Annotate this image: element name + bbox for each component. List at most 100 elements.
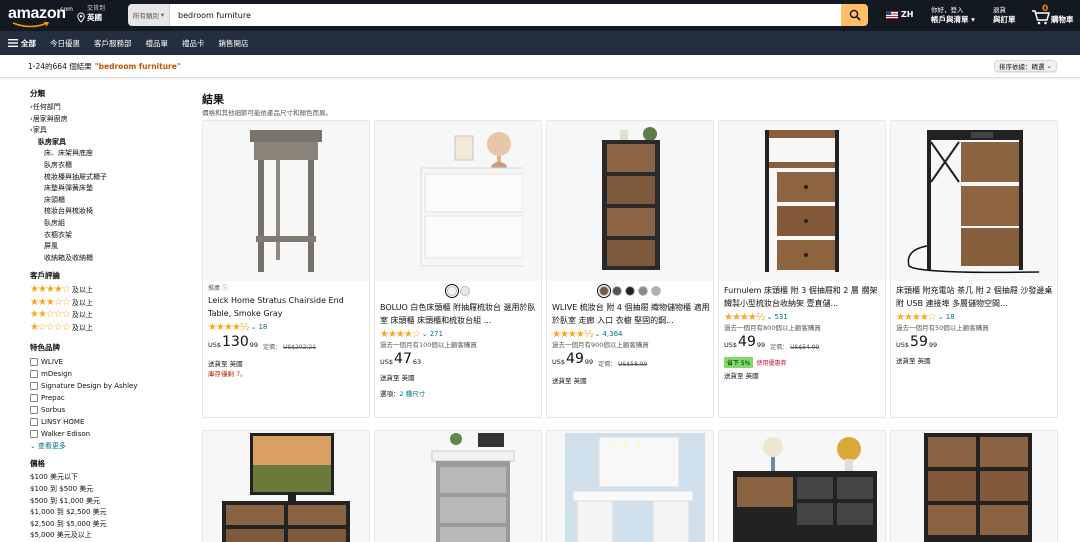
price-filter[interactable]: $100 到 $500 美元	[30, 484, 190, 496]
brand-checkbox[interactable]: mDesign	[30, 368, 190, 380]
category-link[interactable]: ‹家具	[30, 125, 190, 137]
product-card[interactable]	[718, 430, 886, 542]
results-query: "bedroom furniture"	[94, 61, 181, 71]
product-image[interactable]	[203, 431, 369, 542]
swatch-light[interactable]	[459, 286, 470, 296]
product-card[interactable]: WLIVE 梳妝台 附 4 個抽屜 織物儲物櫃 適用於臥室 走廊 入口 衣櫥 堅…	[546, 120, 714, 418]
category-link[interactable]: 臥房組	[30, 218, 190, 230]
price-filter[interactable]: $1,000 到 $2,500 美元	[30, 507, 190, 519]
account-lists[interactable]: 你好，登入 帳戶與清單 ▾	[931, 5, 975, 25]
category-link[interactable]: 梳妝台與梳妝椅	[30, 206, 190, 218]
info-icon: ⓘ	[222, 285, 229, 292]
checkbox-icon	[30, 382, 38, 391]
search-button[interactable]	[841, 4, 868, 26]
category-link[interactable]: 床、床架與底座	[30, 148, 190, 160]
product-card[interactable]: 推廣 ⓘ Leick Home Stratus Chairside End Tab…	[202, 120, 370, 418]
brand-checkbox[interactable]: Prepac	[30, 392, 190, 404]
swatch-white[interactable]	[444, 284, 459, 298]
subnav-sell[interactable]: 銷售開店	[219, 38, 249, 49]
product-title[interactable]: Furnulem 床頭櫃 附 3 個抽屜和 2 層 擱架 鐵製小型梳妝台收納架 …	[724, 284, 882, 310]
price-filter[interactable]: $5,000 美元及以上	[30, 530, 190, 542]
deliver-to[interactable]: 交貨到 英國	[77, 5, 105, 25]
swatch-dark[interactable]	[612, 286, 622, 296]
brand-checkbox[interactable]: Walker Edison	[30, 428, 190, 440]
swatch-gray[interactable]	[638, 286, 648, 296]
product-title[interactable]: Leick Home Stratus Chairside End Table, …	[208, 294, 366, 320]
product-card[interactable]	[202, 430, 370, 542]
category-link[interactable]: 屏風	[30, 241, 190, 253]
language-selector[interactable]: ZH	[886, 10, 914, 19]
category-link[interactable]: 梳妝檯與抽屜式櫃子	[30, 172, 190, 184]
options-link[interactable]: 2 種尺寸	[400, 390, 426, 398]
category-link[interactable]: ‹任何部門	[30, 102, 190, 114]
product-card[interactable]: Furnulem 床頭櫃 附 3 個抽屜和 2 層 擱架 鐵製小型梳妝台收納架 …	[718, 120, 886, 418]
product-image[interactable]	[891, 121, 1057, 281]
product-image[interactable]	[719, 121, 885, 281]
review-filter-2[interactable]: ★★☆☆☆ 及以上	[30, 309, 190, 322]
brand-checkbox[interactable]: Signature Design by Ashley	[30, 380, 190, 392]
product-rating[interactable]: ★★★★½ ⌄ 18	[208, 322, 366, 333]
hamburger-icon	[8, 39, 18, 47]
results-info-bar: 1-24的664 個結果 "bedroom furniture" 排序依據：精選…	[0, 55, 1080, 78]
see-more-link[interactable]: ⌄ 查看更多	[30, 440, 190, 452]
chevron-down-icon: ⌄	[30, 442, 36, 451]
price-filter[interactable]: $500 到 $1,000 美元	[30, 496, 190, 508]
checkbox-icon	[30, 430, 38, 439]
product-title[interactable]: 床頭櫃 附充電站 茶几 附 2 個抽屜 沙發邊桌 附 USB 連接埠 多層儲物空…	[896, 284, 1054, 310]
product-card[interactable]: 床頭櫃 附充電站 茶几 附 2 個抽屜 沙發邊桌 附 USB 連接埠 多層儲物空…	[890, 120, 1058, 418]
price-filter[interactable]: $100 美元以下	[30, 472, 190, 484]
product-card[interactable]	[546, 430, 714, 542]
star-rating-icon: ★★☆☆☆	[30, 309, 71, 321]
swatch-rustic[interactable]	[597, 284, 611, 298]
product-card[interactable]	[890, 430, 1058, 542]
product-image[interactable]	[203, 121, 369, 281]
swatch-light-gray[interactable]	[651, 286, 661, 296]
star-rating-icon: ★★★☆☆	[30, 296, 71, 308]
nightstand-drawers-image	[765, 130, 839, 272]
product-image[interactable]	[547, 431, 713, 542]
product-image[interactable]	[891, 431, 1057, 542]
brand-checkbox[interactable]: LINSY HOME	[30, 416, 190, 428]
category-link[interactable]: 臥房衣櫃	[30, 160, 190, 172]
review-filter-4[interactable]: ★★★★☆ 及以上	[30, 284, 190, 297]
brand-checkbox[interactable]: Sorbus	[30, 404, 190, 416]
category-link[interactable]: 床頭櫃	[30, 195, 190, 207]
product-rating[interactable]: ★★★★☆ ⌄ 271	[380, 329, 538, 340]
subnav-todays-deals[interactable]: 今日優惠	[50, 38, 80, 49]
search-category-select[interactable]: 所有類別 ▾	[128, 4, 170, 26]
search-input[interactable]	[170, 4, 841, 26]
category-link[interactable]: 床墊與彈簧床墊	[30, 183, 190, 195]
category-link[interactable]: 收納箱及收納櫃	[30, 253, 190, 265]
subnav-registry[interactable]: 禮品單	[146, 38, 169, 49]
sort-dropdown[interactable]: 排序依據：精選 ⌄	[994, 60, 1057, 72]
category-link[interactable]: ‹居家與廚房	[30, 114, 190, 126]
swatch-black[interactable]	[625, 286, 635, 296]
product-image[interactable]	[719, 431, 885, 542]
shipping-info: 送貨至 英國	[896, 357, 931, 365]
product-card[interactable]: BOLUO 白色床頭櫃 附抽屜梳妝台 邊用於臥室 床頭櫃 床頭櫃和梳妝台組 ..…	[374, 120, 542, 418]
star-rating-icon: ★★★★☆	[896, 312, 937, 323]
amazon-logo[interactable]: amazon .com	[8, 5, 73, 28]
coupon-row[interactable]: 省下 5% 使用優惠券	[724, 357, 882, 368]
all-menu-button[interactable]: 全部	[8, 38, 36, 49]
product-rating[interactable]: ★★★★☆ ⌄ 18	[896, 312, 1054, 323]
product-title[interactable]: WLIVE 梳妝台 附 4 個抽屜 織物儲物櫃 適用於臥室 走廊 入口 衣櫥 堅…	[552, 301, 710, 327]
subnav-customer-service[interactable]: 客戶服務部	[94, 38, 132, 49]
category-link[interactable]: 衣櫥衣架	[30, 230, 190, 242]
price-filter[interactable]: $2,500 到 $5,000 美元	[30, 519, 190, 531]
product-image[interactable]	[375, 431, 541, 542]
returns-orders[interactable]: 退貨 與訂單	[993, 5, 1016, 25]
product-rating[interactable]: ★★★★½ ⌄ 4,364	[552, 329, 710, 340]
review-filter-3[interactable]: ★★★☆☆ 及以上	[30, 297, 190, 310]
sideboard-image	[733, 437, 877, 542]
brand-checkbox[interactable]: WLIVE	[30, 356, 190, 368]
star-rating-icon: ★☆☆☆☆	[30, 321, 71, 333]
review-filter-1[interactable]: ★☆☆☆☆ 及以上	[30, 322, 190, 335]
subnav-gift-cards[interactable]: 禮品卡	[182, 38, 205, 49]
cart-button[interactable]: 0 購物車	[1031, 4, 1079, 26]
product-image[interactable]	[547, 121, 713, 281]
product-card[interactable]	[374, 430, 542, 542]
product-image[interactable]	[375, 121, 541, 281]
product-rating[interactable]: ★★★★½ ⌄ 531	[724, 312, 882, 323]
product-title[interactable]: BOLUO 白色床頭櫃 附抽屜梳妝台 邊用於臥室 床頭櫃 床頭櫃和梳妝台組 ..…	[380, 301, 538, 327]
